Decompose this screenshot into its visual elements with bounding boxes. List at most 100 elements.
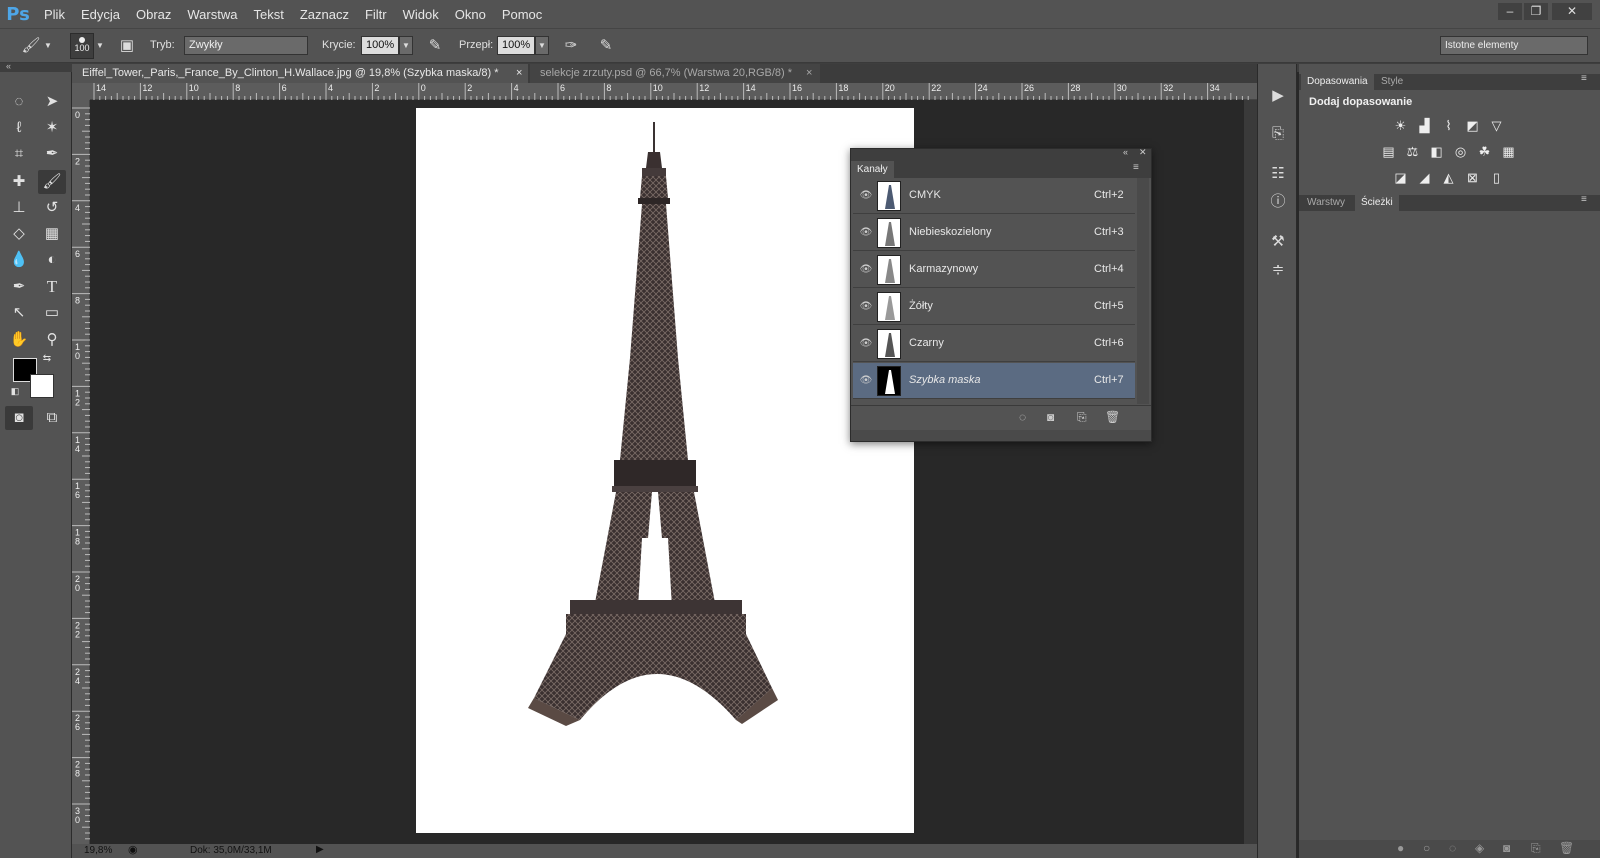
- menu-widok[interactable]: Widok: [395, 7, 447, 22]
- close-window-button[interactable]: ✕: [1552, 3, 1592, 20]
- menu-tekst[interactable]: Tekst: [245, 7, 291, 22]
- vertical-ruler[interactable]: 024681012141618202224262830: [72, 100, 90, 844]
- brightness-contrast-icon[interactable]: ☀: [1391, 116, 1410, 135]
- brush-size-arrow-icon[interactable]: ▼: [94, 35, 106, 57]
- visibility-eye-icon[interactable]: 👁: [859, 337, 873, 351]
- background-color-swatch[interactable]: [30, 374, 54, 398]
- pressure-size-icon[interactable]: ✎: [595, 35, 617, 57]
- gradient-map-icon[interactable]: ▯: [1487, 168, 1506, 187]
- tab-channels[interactable]: Kanały: [851, 161, 894, 178]
- menu-filtr[interactable]: Filtr: [357, 7, 395, 22]
- default-colors-icon[interactable]: ◧: [8, 384, 22, 398]
- channel-row-magenta[interactable]: 👁 Karmazynowy Ctrl+4: [853, 252, 1135, 288]
- close-panel-icon[interactable]: ✕: [1139, 147, 1147, 158]
- airbrush-icon[interactable]: ✑: [560, 35, 582, 57]
- play-actions-icon[interactable]: ▶: [1266, 84, 1290, 108]
- clone-stamp-tool-icon[interactable]: ⊥: [5, 196, 33, 220]
- eyedropper-tool-icon[interactable]: ✒: [38, 142, 66, 166]
- add-mask-icon[interactable]: ◙: [1503, 841, 1510, 855]
- pen-tool-icon[interactable]: ✒: [5, 275, 33, 299]
- type-tool-icon[interactable]: T: [38, 275, 66, 299]
- hue-saturation-icon[interactable]: ▤: [1379, 142, 1398, 161]
- delete-channel-icon[interactable]: 🗑: [1105, 410, 1120, 424]
- close-tab-icon[interactable]: ×: [806, 64, 812, 83]
- blur-tool-icon[interactable]: 💧: [5, 248, 33, 272]
- channels-scrollbar[interactable]: [1137, 178, 1149, 404]
- visibility-eye-icon[interactable]: 👁: [859, 263, 873, 277]
- tab-adjustments[interactable]: Dopasowania: [1301, 74, 1374, 90]
- color-lookup-icon[interactable]: ▦: [1499, 142, 1518, 161]
- channel-mixer-icon[interactable]: ☘: [1475, 142, 1494, 161]
- horizontal-ruler[interactable]: 14 12 10 8 6 4 2 0 2 4 6 8 10 12 14 16 18 20 22 24 26 28 30 32 3…: [90, 83, 1257, 100]
- new-path-icon[interactable]: ⎘: [1531, 841, 1541, 856]
- color-balance-icon[interactable]: ⚖: [1403, 142, 1422, 161]
- stroke-path-icon[interactable]: ○: [1423, 841, 1430, 855]
- selection-to-path-icon[interactable]: ◈: [1475, 841, 1484, 855]
- menu-zaznacz[interactable]: Zaznacz: [292, 7, 357, 22]
- channel-row-yellow[interactable]: 👁 Żółty Ctrl+5: [853, 289, 1135, 325]
- save-selection-icon[interactable]: ◙: [1047, 410, 1054, 424]
- selective-color-icon[interactable]: ⊠: [1463, 168, 1482, 187]
- history-icon[interactable]: ⎘: [1266, 122, 1290, 146]
- collapse-panel-icon[interactable]: «: [1123, 147, 1128, 157]
- posterize-icon[interactable]: ◢: [1415, 168, 1434, 187]
- visibility-eye-icon[interactable]: 👁: [859, 226, 873, 240]
- visibility-eye-icon[interactable]: 👁: [859, 189, 873, 203]
- ruler-origin[interactable]: [72, 83, 90, 100]
- dodge-tool-icon[interactable]: ◐: [38, 248, 66, 272]
- healing-brush-tool-icon[interactable]: ✚: [5, 170, 33, 194]
- panel-resize-handle[interactable]: [851, 430, 1151, 441]
- swap-colors-icon[interactable]: ⇆: [40, 352, 54, 366]
- menu-okno[interactable]: Okno: [447, 7, 494, 22]
- tab-selekcje-document[interactable]: selekcje zrzuty.psd @ 66,7% (Warstwa 20,…: [530, 64, 820, 83]
- brush-presets-icon[interactable]: ⚒: [1266, 230, 1290, 254]
- zoom-tool-icon[interactable]: ⚲: [38, 328, 66, 352]
- flow-dropdown-icon[interactable]: ▼: [535, 36, 549, 55]
- brush-size-picker[interactable]: 100: [70, 33, 94, 59]
- channel-row-cyan[interactable]: 👁 Niebieskozielony Ctrl+3: [853, 215, 1135, 251]
- eraser-tool-icon[interactable]: ◇: [5, 222, 33, 246]
- history-brush-tool-icon[interactable]: ↺: [38, 196, 66, 220]
- black-white-icon[interactable]: ◧: [1427, 142, 1446, 161]
- brush-tool-preset-icon[interactable]: 🖌: [20, 35, 42, 57]
- pressure-opacity-icon[interactable]: ✎: [424, 35, 446, 57]
- zoom-level[interactable]: 19,8%: [84, 845, 112, 856]
- vertical-scrollbar[interactable]: [1244, 100, 1257, 844]
- channel-row-cmyk[interactable]: 👁 CMYK Ctrl+2: [853, 178, 1135, 214]
- crop-tool-icon[interactable]: ⌗: [5, 142, 33, 166]
- rectangle-tool-icon[interactable]: ▭: [38, 301, 66, 325]
- tab-layers[interactable]: Warstwy: [1301, 195, 1351, 211]
- brush-panel-toggle-icon[interactable]: ▣: [116, 35, 138, 57]
- close-tab-icon[interactable]: ×: [516, 64, 522, 83]
- threshold-icon[interactable]: ◭: [1439, 168, 1458, 187]
- chevron-down-icon[interactable]: ▼: [42, 35, 54, 57]
- tool-presets-icon[interactable]: ≑: [1266, 258, 1290, 282]
- curves-icon[interactable]: ⌇: [1439, 116, 1458, 135]
- opacity-input[interactable]: 100%: [361, 36, 399, 55]
- photo-filter-icon[interactable]: ◎: [1451, 142, 1470, 161]
- tab-styles[interactable]: Style: [1375, 74, 1409, 90]
- restore-button[interactable]: ❐: [1524, 3, 1548, 20]
- screen-mode-icon[interactable]: ⧉: [38, 406, 66, 430]
- channel-row-quick-mask[interactable]: 👁 Szybka maska Ctrl+7: [853, 363, 1135, 399]
- blend-mode-select[interactable]: Zwykły: [184, 36, 308, 55]
- minimize-button[interactable]: ‒: [1498, 3, 1522, 20]
- fill-path-icon[interactable]: ●: [1397, 841, 1404, 855]
- lasso-tool-icon[interactable]: ℓ: [5, 116, 33, 140]
- menu-warstwa[interactable]: Warstwa: [179, 7, 245, 22]
- properties-icon[interactable]: ☷: [1266, 162, 1290, 186]
- magic-wand-tool-icon[interactable]: ✶: [38, 116, 66, 140]
- menu-pomoc[interactable]: Pomoc: [494, 7, 550, 22]
- flow-input[interactable]: 100%: [497, 36, 535, 55]
- exposure-icon[interactable]: ◩: [1463, 116, 1482, 135]
- workspace-select[interactable]: Istotne elementy: [1440, 36, 1588, 55]
- path-selection-tool-icon[interactable]: ↖: [5, 301, 33, 325]
- visibility-eye-icon[interactable]: 👁: [859, 374, 873, 388]
- document-canvas[interactable]: [416, 108, 914, 833]
- panel-menu-icon[interactable]: ≡: [1133, 162, 1139, 173]
- tab-eiffel-document[interactable]: Eiffel_Tower,_Paris,_France_By_Clinton_H…: [72, 64, 528, 83]
- levels-icon[interactable]: ▟: [1415, 116, 1434, 135]
- opacity-dropdown-icon[interactable]: ▼: [399, 36, 413, 55]
- load-selection-icon[interactable]: ◌: [1019, 410, 1026, 424]
- panel-title-bar[interactable]: « ✕: [851, 147, 1151, 161]
